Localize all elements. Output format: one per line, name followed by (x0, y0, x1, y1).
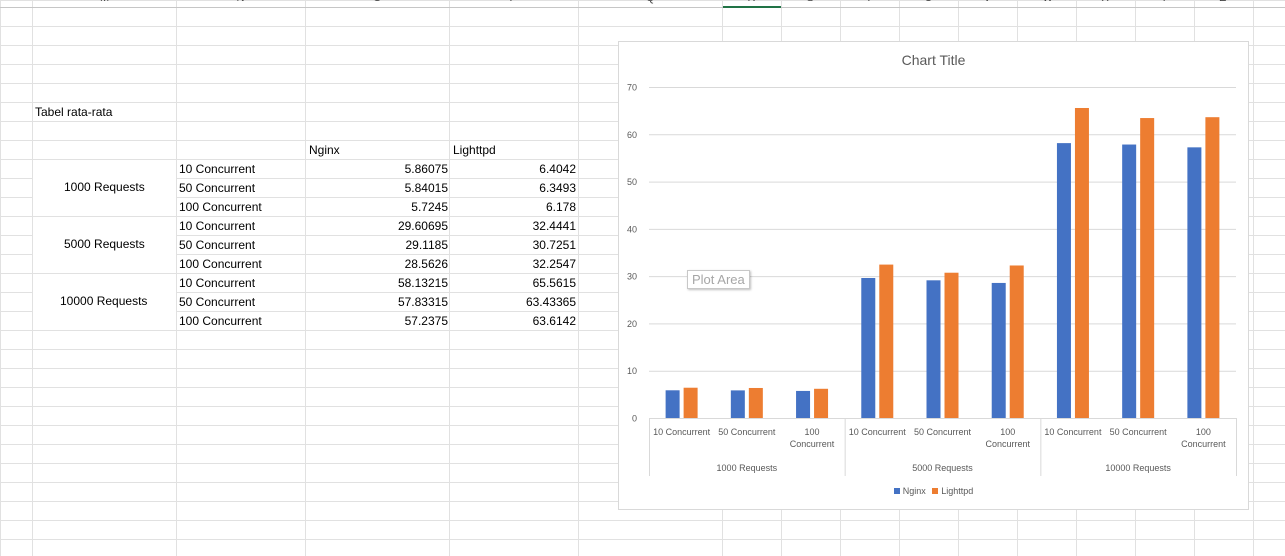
legend-label: Lighttpd (941, 486, 974, 496)
column-header-label[interactable]: Y (1161, 0, 1168, 4)
bar-lighttpd-0 (683, 387, 698, 418)
x-category-label: 50 Concurrent (1110, 427, 1168, 437)
column-header-label[interactable]: Q (646, 0, 655, 4)
nginx-value-cell[interactable]: 29.60695 (306, 217, 448, 235)
x-category-label: 10 Concurrent (653, 427, 711, 437)
plot-area-tooltip: Plot Area (687, 270, 750, 289)
concurrency-cell[interactable]: 10 Concurrent (179, 160, 255, 178)
nginx-value-cell[interactable]: 29.1185 (306, 236, 449, 254)
lighttpd-value-cell[interactable]: 63.43365 (450, 293, 576, 311)
lighttpd-value-cell[interactable]: 32.4441 (450, 217, 576, 235)
x-group-label: 1000 Requests (717, 463, 778, 473)
x-category-label: 100 Concurrent (985, 427, 1030, 449)
concurrency-cell[interactable]: 100 Concurrent (179, 255, 262, 273)
header-nginx[interactable]: Nginx (309, 141, 340, 159)
legend-item-lighttpd[interactable]: Lighttpd (932, 486, 973, 496)
column-header-label[interactable]: N (237, 0, 245, 4)
concurrency-cell[interactable]: 10 Concurrent (179, 217, 255, 235)
y-tick-label: 50 (627, 177, 637, 187)
y-tick-label: 10 (627, 366, 637, 376)
bar-lighttpd-3 (879, 264, 894, 418)
nginx-value-cell[interactable]: 5.7245 (306, 198, 448, 216)
nginx-value-cell[interactable]: 5.84015 (306, 179, 448, 197)
bar-lighttpd-7 (1140, 118, 1155, 419)
bar-nginx-6 (1056, 143, 1071, 418)
legend-swatch-lighttpd (932, 488, 939, 494)
legend-item-nginx[interactable]: Nginx (893, 486, 926, 496)
x-category-label: 10 Concurrent (1044, 427, 1102, 437)
lighttpd-value-cell[interactable]: 6.3493 (450, 179, 576, 197)
column-header-label[interactable]: W (1043, 0, 1053, 4)
lighttpd-value-cell[interactable]: 6.178 (450, 198, 576, 216)
column-header-label[interactable]: V (984, 0, 991, 4)
bar-lighttpd-8 (1205, 117, 1220, 418)
embedded-chart[interactable]: Chart Title 0 10 20 30 40 50 60 70 10 Concurrent… (618, 41, 1249, 510)
column-header-label[interactable]: X (1102, 0, 1109, 4)
bar-nginx-4 (926, 280, 941, 418)
x-category-label: 10 Concurrent (849, 427, 907, 437)
x-category-label: 50 Concurrent (914, 427, 972, 437)
column-header-label[interactable]: S (807, 0, 814, 4)
x-group-label: 10000 Requests (1105, 463, 1171, 473)
bar-nginx-2 (796, 390, 811, 418)
y-tick-label: 60 (627, 130, 637, 140)
y-tick-label: 0 (632, 414, 637, 424)
concurrency-cell[interactable]: 50 Concurrent (179, 293, 255, 311)
nginx-value-cell[interactable]: 58.13215 (306, 274, 448, 292)
nginx-value-cell[interactable]: 28.5626 (306, 255, 448, 273)
group-label[interactable]: 5000 Requests (64, 235, 145, 253)
column-header-label[interactable]: Z (1220, 0, 1227, 4)
y-tick-label: 70 (627, 83, 637, 93)
concurrency-cell[interactable]: 10 Concurrent (179, 274, 255, 292)
bar-nginx-8 (1187, 147, 1202, 418)
lighttpd-value-cell[interactable]: 63.6142 (450, 312, 576, 330)
bar-lighttpd-4 (944, 272, 959, 418)
chart-legend[interactable]: Nginx Lighttpd (619, 486, 1248, 496)
column-header-label[interactable]: T (866, 0, 873, 4)
bar-lighttpd-2 (814, 388, 829, 418)
nginx-value-cell[interactable]: 57.2375 (306, 312, 448, 330)
x-group-label: 5000 Requests (912, 463, 973, 473)
lighttpd-value-cell[interactable]: 32.2547 (450, 255, 576, 273)
group-label[interactable]: 1000 Requests (64, 178, 145, 196)
nginx-value-cell[interactable]: 5.86075 (306, 160, 448, 178)
concurrency-cell[interactable]: 100 Concurrent (179, 312, 262, 330)
table-title[interactable]: Tabel rata-rata (35, 103, 112, 121)
concurrency-cell[interactable]: 50 Concurrent (179, 179, 255, 197)
y-tick-label: 20 (627, 319, 637, 329)
lighttpd-value-cell[interactable]: 6.4042 (450, 160, 576, 178)
bar-nginx-1 (730, 390, 745, 418)
legend-swatch-nginx (893, 488, 900, 494)
bar-lighttpd-1 (748, 387, 763, 418)
concurrency-cell[interactable]: 50 Concurrent (179, 236, 255, 254)
nginx-value-cell[interactable]: 57.83315 (306, 293, 448, 311)
x-category-label: 100 Concurrent (1181, 427, 1226, 449)
column-header-label[interactable]: O (373, 0, 382, 4)
bar-nginx-3 (861, 278, 876, 418)
header-lighttpd[interactable]: Lighttpd (453, 141, 496, 159)
group-label[interactable]: 10000 Requests (60, 292, 147, 310)
x-category-label: 100 Concurrent (790, 427, 835, 449)
lighttpd-value-cell[interactable]: 30.7251 (450, 236, 576, 254)
legend-label: Nginx (902, 486, 926, 496)
bar-nginx-5 (991, 282, 1006, 418)
y-tick-label: 40 (627, 224, 637, 234)
lighttpd-value-cell[interactable]: 65.5615 (450, 274, 576, 292)
bar-nginx-0 (665, 390, 680, 418)
bar-lighttpd-5 (1009, 265, 1024, 418)
column-header-label[interactable]: R (748, 0, 756, 4)
column-header-label[interactable]: M (100, 0, 109, 4)
column-header-label[interactable]: U (925, 0, 933, 4)
concurrency-cell[interactable]: 100 Concurrent (179, 198, 262, 216)
y-tick-label: 30 (627, 272, 637, 282)
bar-lighttpd-6 (1074, 107, 1089, 418)
bar-nginx-7 (1122, 144, 1137, 418)
x-category-label: 50 Concurrent (718, 427, 776, 437)
column-header-label[interactable]: P (510, 0, 517, 4)
